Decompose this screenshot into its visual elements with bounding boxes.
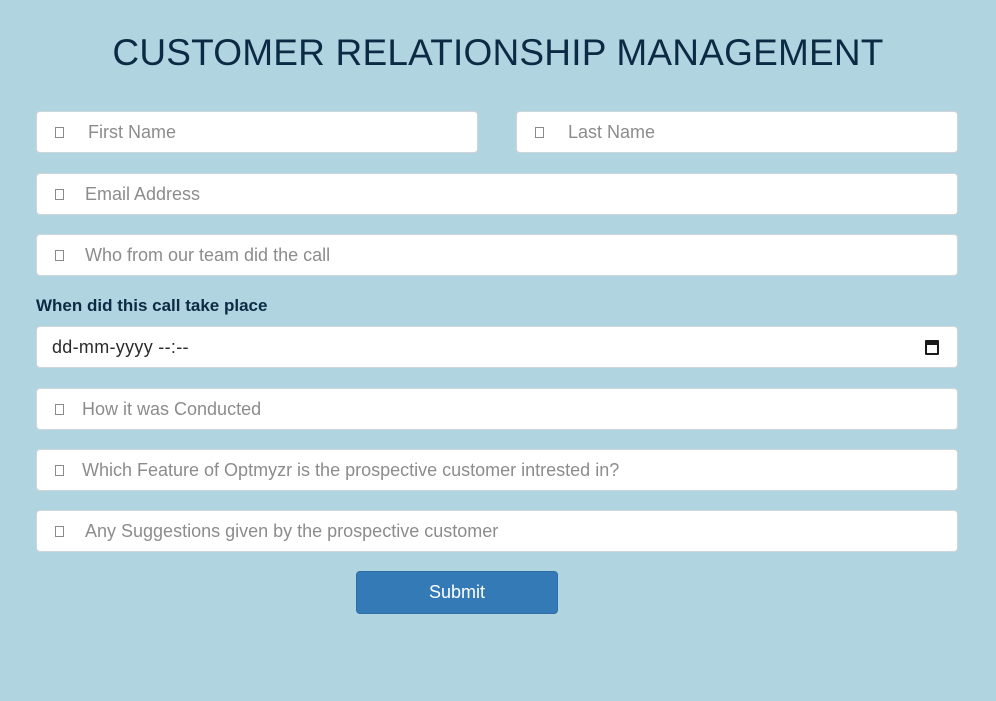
user-icon <box>535 126 544 138</box>
user-icon <box>55 126 64 138</box>
last-name-field[interactable]: Last Name <box>516 111 958 153</box>
pencil-icon <box>55 403 64 415</box>
suggestions-placeholder: Any Suggestions given by the prospective… <box>85 520 499 541</box>
comment-icon <box>55 525 64 537</box>
pencil-icon <box>55 464 64 476</box>
conducted-placeholder: How it was Conducted <box>82 398 262 419</box>
last-name-placeholder: Last Name <box>568 121 656 142</box>
team-member-placeholder: Who from our team did the call <box>85 244 331 265</box>
call-date-label: When did this call take place <box>36 296 268 315</box>
feature-field[interactable]: Which Feature of Optmyzr is the prospect… <box>36 449 958 491</box>
calendar-icon[interactable] <box>925 340 939 355</box>
email-placeholder: Email Address <box>85 183 201 204</box>
submit-button[interactable]: Submit <box>356 571 558 614</box>
team-member-field[interactable]: Who from our team did the call <box>36 234 958 276</box>
suggestions-field[interactable]: Any Suggestions given by the prospective… <box>36 510 958 552</box>
envelope-icon <box>55 188 64 200</box>
call-date-input[interactable]: dd-mm-yyyy --:-- <box>36 326 958 368</box>
feature-placeholder: Which Feature of Optmyzr is the prospect… <box>82 459 620 480</box>
first-name-field[interactable]: First Name <box>36 111 478 153</box>
conducted-field[interactable]: How it was Conducted <box>36 388 958 430</box>
first-name-placeholder: First Name <box>88 121 177 142</box>
page-title: CUSTOMER RELATIONSHIP MANAGEMENT <box>112 32 884 73</box>
email-field[interactable]: Email Address <box>36 173 958 215</box>
user-icon <box>55 249 64 261</box>
call-date-value: dd-mm-yyyy --:-- <box>52 336 189 357</box>
